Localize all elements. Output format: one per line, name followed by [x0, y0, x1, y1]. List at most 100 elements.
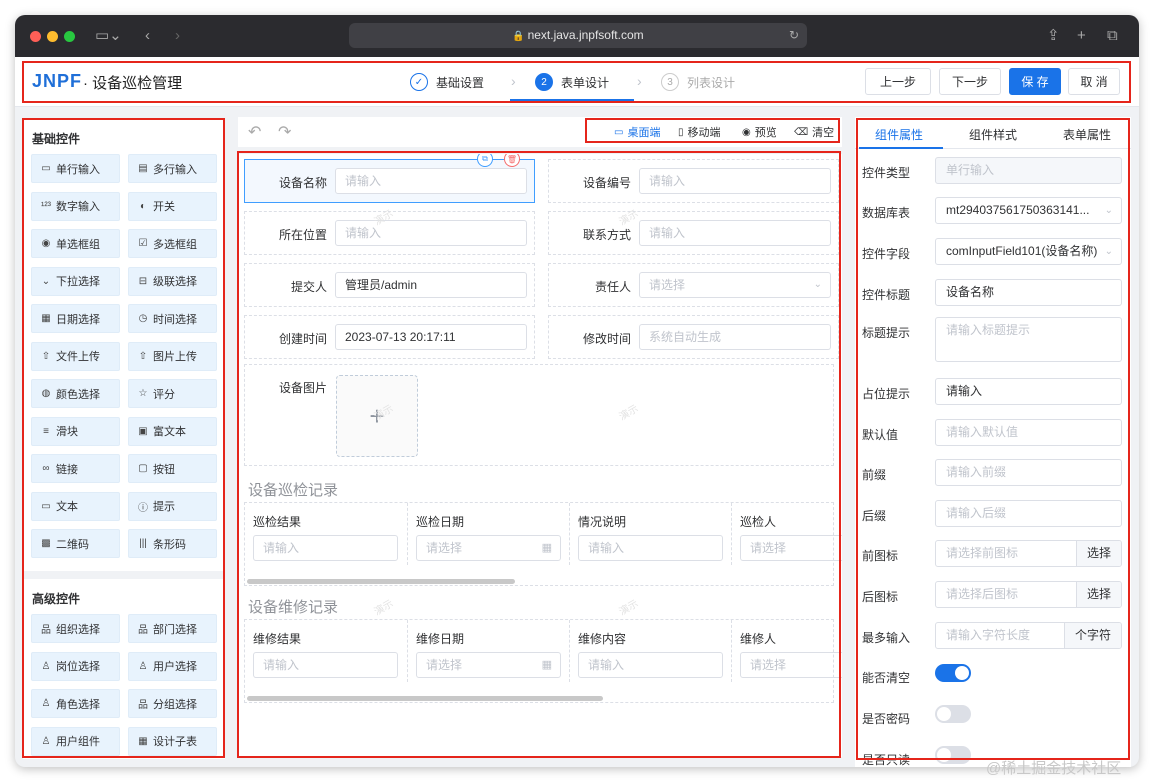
form-item[interactable]: 设备名称 请输入 ⧉ 🗑 [244, 154, 535, 203]
close-window-button[interactable] [30, 31, 41, 42]
tab-form-props[interactable]: 表单属性 [1063, 126, 1111, 143]
minimize-window-button[interactable] [47, 31, 58, 42]
palette-item[interactable]: ▦ 设计子表 [128, 726, 217, 756]
palette-item[interactable]: ▭ 文本 [31, 491, 120, 521]
reload-icon[interactable]: ↻ [789, 23, 799, 48]
new-tab-icon[interactable]: + [1077, 26, 1086, 46]
palette-item[interactable]: ☑ 多选框组 [128, 229, 217, 258]
property-switch[interactable] [935, 746, 971, 764]
field-input[interactable]: 请输入 [335, 220, 527, 246]
table-column[interactable]: 情况说明 请输入 [569, 503, 731, 565]
field-input[interactable]: 2023-07-13 20:17:11 [335, 324, 527, 350]
column-input[interactable]: 请输入 [578, 652, 723, 678]
palette-item[interactable]: ▤ 多行输入 [128, 154, 217, 183]
property-switch[interactable] [935, 664, 971, 682]
palette-item[interactable]: ♙ 岗位选择 [31, 651, 120, 681]
property-switch[interactable] [935, 705, 971, 723]
palette-item[interactable]: ◐ 开关 [128, 191, 217, 221]
palette-item[interactable]: ◍ 颜色选择 [31, 379, 120, 408]
table-column[interactable]: 巡检日期 请选择 ▦ [407, 503, 569, 565]
form-item[interactable]: 创建时间 2023-07-13 20:17:11 [244, 315, 535, 359]
palette-item[interactable]: ||| 条形码 [128, 529, 217, 558]
tab-component-style[interactable]: 组件样式 [969, 126, 1017, 143]
palette-item[interactable]: ☆ 评分 [128, 379, 217, 408]
property-input[interactable]: 单行输入 [935, 157, 1122, 184]
table-column[interactable]: 巡检结果 请输入 [245, 503, 407, 565]
column-input[interactable]: 请输入 [253, 652, 398, 678]
table-column[interactable]: 维修日期 请选择 ▦ [407, 620, 569, 682]
form-item[interactable]: 提交人 管理员/admin [244, 263, 535, 307]
property-append-button[interactable]: 选择 [1075, 582, 1121, 607]
form-item-image[interactable]: 设备图片 + [244, 364, 834, 466]
palette-item[interactable]: ♙ 角色选择 [31, 689, 120, 718]
palette-item[interactable]: ▢ 按钮 [128, 454, 217, 483]
back-icon[interactable]: ‹ [145, 26, 150, 46]
delete-icon[interactable]: 🗑 [504, 154, 520, 167]
cancel-button[interactable]: 取 消 [1068, 68, 1120, 95]
redo-icon[interactable]: ↷ [278, 122, 291, 142]
property-append-button[interactable]: 选择 [1075, 541, 1121, 566]
form-item[interactable]: 责任人 请选择 ⌄ [548, 263, 839, 307]
column-input[interactable]: 请选择 ▦ [416, 652, 561, 678]
form-item[interactable]: 联系方式 请输入 [548, 211, 839, 255]
palette-item[interactable]: ⌄ 下拉选择 [31, 266, 120, 296]
property-input[interactable]: 请选择前图标 选择 [935, 540, 1122, 567]
property-input[interactable]: mt29403756175036314​1... ⌄ [935, 197, 1122, 224]
url-bar[interactable]: 🔒 next.java.jnpfsoft.com ↻ [349, 23, 807, 48]
property-input[interactable]: comInputField101(设备名称) ⌄ [935, 238, 1122, 265]
palette-item[interactable]: ¹²³ 数字输入 [31, 191, 120, 221]
property-input[interactable]: 请输入后缀 [935, 500, 1122, 527]
field-input[interactable]: 请选择 ⌄ [639, 272, 831, 298]
property-input[interactable]: 设备名称 [935, 279, 1122, 306]
property-input[interactable]: 请输入 [935, 378, 1122, 405]
share-icon[interactable]: ⇪ [1047, 26, 1060, 46]
sidebar-toggle-icon[interactable]: ▭⌄ [95, 26, 122, 46]
save-button[interactable]: 保 存 [1009, 68, 1061, 95]
palette-item[interactable]: ▭ 单行输入 [31, 154, 120, 183]
form-item[interactable]: 修改时间 系统自动生成 [548, 315, 839, 359]
desktop-view-option[interactable]: ▭ 桌面端 [614, 124, 660, 140]
palette-item[interactable]: ◷ 时间选择 [128, 304, 217, 333]
property-append-button[interactable]: 个字符 [1063, 623, 1121, 648]
undo-icon[interactable]: ↶ [248, 122, 261, 142]
table-column[interactable]: 巡检人 请选择 [731, 503, 842, 565]
field-input[interactable]: 请输入 [639, 168, 831, 194]
palette-item[interactable]: ≡ 滑块 [31, 416, 120, 446]
property-input[interactable]: 请输入前缀 [935, 459, 1122, 486]
inspection-table[interactable]: 巡检结果 请输入 巡检日期 请选择 ▦ 情况说明 请输入 巡检人 请选择 [244, 502, 842, 586]
palette-item[interactable]: 品分组选择 [128, 689, 217, 718]
column-input[interactable]: 请选择 ▦ [416, 535, 561, 561]
palette-item[interactable]: 品部门选择 [128, 614, 217, 643]
field-input[interactable]: 请输入 [639, 220, 831, 246]
horizontal-scrollbar[interactable] [247, 696, 603, 701]
field-input[interactable]: 系统自动生成 [639, 324, 831, 350]
palette-item[interactable]: ♙ 用户组件 [31, 726, 120, 756]
column-input[interactable]: 请选择 [740, 535, 842, 561]
table-column[interactable]: 维修内容 请输入 [569, 620, 731, 682]
palette-item[interactable]: ⊟ 级联选择 [128, 266, 217, 296]
palette-item[interactable]: ▣ 富文本 [128, 416, 217, 446]
tab-overview-icon[interactable]: ⧉ [1107, 26, 1118, 46]
column-input[interactable]: 请输入 [253, 535, 398, 561]
preview-option[interactable]: ◉ 预览 [742, 124, 777, 140]
mobile-view-option[interactable]: ▯ 移动端 [678, 124, 721, 140]
property-input[interactable]: 请输入字符长度 个字符 [935, 622, 1122, 649]
maximize-window-button[interactable] [64, 31, 75, 42]
forward-icon[interactable]: › [175, 26, 180, 46]
palette-item[interactable]: ⓘ 提示 [128, 491, 217, 521]
horizontal-scrollbar[interactable] [247, 579, 515, 584]
palette-item[interactable]: ◉ 单选框组 [31, 229, 120, 258]
field-input[interactable]: 管理员/admin [335, 272, 527, 298]
column-input[interactable]: 请选择 [740, 652, 842, 678]
prev-step-button[interactable]: 上一步 [865, 68, 931, 95]
palette-item[interactable]: ▦ 日期选择 [31, 304, 120, 333]
form-item[interactable]: 设备编号 请输入 [548, 159, 839, 203]
step-list-design[interactable]: 3 列表设计 [661, 69, 735, 95]
column-input[interactable]: 请输入 [578, 535, 723, 561]
property-input[interactable]: 请选择后图标 选择 [935, 581, 1122, 608]
property-input[interactable]: 请输入默认值 [935, 419, 1122, 446]
table-column[interactable]: 维修人 请选择 [731, 620, 842, 682]
form-canvas[interactable]: 设备名称 请输入 ⧉ 🗑 设备编号 请输入 所在位置 请输入 联系方式 请输入 提交人 管理… [238, 154, 842, 757]
property-input[interactable]: 请输入标题提示 [935, 317, 1122, 362]
palette-item[interactable]: ∞ 链接 [31, 454, 120, 483]
